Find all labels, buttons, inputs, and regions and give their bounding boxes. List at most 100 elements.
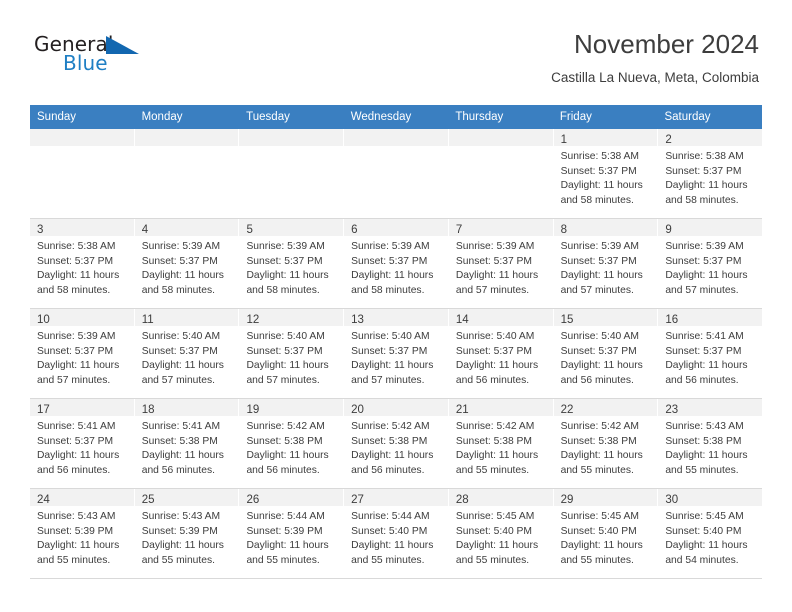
calendar-day-cell[interactable]: 14 Sunrise: 5:40 AM Sunset: 5:37 PM Dayligh… [448, 309, 554, 398]
day-number: 23 [665, 404, 679, 416]
day-details: Sunrise: 5:40 AM Sunset: 5:37 PM Daylight:… [239, 326, 343, 388]
weekday-header-sunday: Sunday [37, 111, 77, 123]
day-number: 3 [37, 224, 44, 236]
day-number: 28 [455, 494, 469, 506]
day-number-bar: 5 [239, 219, 344, 236]
calendar-day-cell[interactable]: 4 Sunrise: 5:39 AM Sunset: 5:37 PM Daylight… [134, 219, 240, 308]
day-details: Sunrise: 5:42 AM Sunset: 5:38 PM Daylight:… [554, 416, 658, 478]
day-detail-line: Daylight: 11 hours [246, 270, 329, 282]
calendar-day-cell[interactable]: 13 Sunrise: 5:40 AM Sunset: 5:37 PM Dayligh… [344, 309, 449, 398]
day-detail-line: and 56 minutes. [455, 374, 530, 386]
general-blue-logo[interactable]: General Blue [33, 32, 233, 84]
calendar-day-cell-empty [239, 129, 345, 218]
day-number-bar: 16 [658, 309, 763, 326]
calendar-day-cell[interactable]: 24 Sunrise: 5:43 AM Sunset: 5:39 PM Dayligh… [30, 489, 135, 578]
calendar-day-cell[interactable]: 27 Sunrise: 5:44 AM Sunset: 5:40 PM Dayligh… [344, 489, 449, 578]
calendar-day-cell[interactable]: 18 Sunrise: 5:41 AM Sunset: 5:38 PM Dayligh… [134, 399, 240, 488]
day-number-bar: 21 [448, 399, 553, 416]
calendar-day-cell[interactable]: 6 Sunrise: 5:39 AM Sunset: 5:37 PM Daylight… [344, 219, 449, 308]
day-detail-line: Daylight: 11 hours [665, 540, 748, 552]
day-details: Sunrise: 5:39 AM Sunset: 5:37 PM Daylight:… [30, 326, 134, 388]
day-detail-line: Sunrise: 5:40 AM [246, 331, 325, 342]
day-detail-line: Daylight: 11 hours [37, 450, 120, 462]
day-detail-line: and 55 minutes. [665, 464, 739, 476]
calendar-day-cell[interactable]: 21 Sunrise: 5:42 AM Sunset: 5:38 PM Dayligh… [448, 399, 554, 488]
day-detail-line: Sunrise: 5:39 AM [665, 241, 744, 252]
calendar-page: General Blue November 2024 Castilla La N… [0, 0, 792, 612]
weekday-header-saturday: Saturday [664, 111, 711, 123]
calendar-day-cell[interactable]: 22 Sunrise: 5:42 AM Sunset: 5:38 PM Dayligh… [553, 399, 659, 488]
day-detail-line: Sunset: 5:37 PM [141, 255, 218, 267]
day-detail-line: and 55 minutes. [455, 464, 530, 476]
day-detail-line: Sunset: 5:37 PM [141, 345, 218, 357]
page-subtitle: Castilla La Nueva, Meta, Colombia [551, 70, 759, 85]
day-detail-line: and 55 minutes. [560, 554, 634, 566]
calendar-day-cell[interactable]: 8 Sunrise: 5:39 AM Sunset: 5:37 PM Daylight… [553, 219, 659, 308]
day-detail-line: Sunrise: 5:39 AM [37, 331, 116, 342]
day-number: 1 [560, 134, 567, 146]
day-details: Sunrise: 5:39 AM Sunset: 5:37 PM Daylight:… [658, 236, 762, 298]
calendar-day-cell[interactable]: 19 Sunrise: 5:42 AM Sunset: 5:38 PM Dayligh… [239, 399, 345, 488]
day-detail-line: Sunset: 5:40 PM [351, 525, 428, 537]
day-details: Sunrise: 5:41 AM Sunset: 5:37 PM Daylight:… [658, 326, 762, 388]
day-detail-line: Sunset: 5:39 PM [141, 525, 218, 537]
day-number: 2 [665, 134, 672, 146]
day-details: Sunrise: 5:43 AM Sunset: 5:39 PM Daylight:… [30, 506, 134, 568]
calendar-day-cell[interactable]: 7 Sunrise: 5:39 AM Sunset: 5:37 PM Daylight… [448, 219, 554, 308]
day-detail-line: Sunrise: 5:42 AM [351, 421, 430, 432]
day-detail-line: Daylight: 11 hours [141, 360, 224, 372]
calendar-day-cell[interactable]: 30 Sunrise: 5:45 AM Sunset: 5:40 PM Dayligh… [658, 489, 763, 578]
calendar-day-cell[interactable]: 28 Sunrise: 5:45 AM Sunset: 5:40 PM Dayligh… [448, 489, 554, 578]
calendar-day-cell[interactable]: 26 Sunrise: 5:44 AM Sunset: 5:39 PM Dayligh… [239, 489, 345, 578]
day-detail-line: Daylight: 11 hours [141, 450, 224, 462]
day-detail-line: Sunset: 5:40 PM [560, 525, 637, 537]
day-detail-line: and 58 minutes. [246, 284, 320, 296]
calendar-day-cell[interactable]: 12 Sunrise: 5:40 AM Sunset: 5:37 PM Dayligh… [239, 309, 345, 398]
day-detail-line: Sunset: 5:40 PM [455, 525, 533, 537]
day-number-bar: 9 [658, 219, 763, 236]
calendar-day-cell[interactable]: 9 Sunrise: 5:39 AM Sunset: 5:37 PM Daylight… [658, 219, 763, 308]
calendar-day-cell[interactable]: 2 Sunrise: 5:38 AM Sunset: 5:37 PM Daylight… [658, 129, 763, 218]
weekday-header-monday: Monday [141, 111, 183, 123]
day-detail-line: Daylight: 11 hours [560, 180, 643, 192]
calendar-day-cell[interactable]: 11 Sunrise: 5:40 AM Sunset: 5:37 PM Dayligh… [134, 309, 240, 398]
calendar-day-cell[interactable]: 10 Sunrise: 5:39 AM Sunset: 5:37 PM Dayligh… [30, 309, 135, 398]
calendar-day-cell[interactable]: 29 Sunrise: 5:45 AM Sunset: 5:40 PM Dayligh… [553, 489, 659, 578]
day-detail-line: Daylight: 11 hours [665, 180, 748, 192]
calendar-day-cell[interactable]: 5 Sunrise: 5:39 AM Sunset: 5:37 PM Daylight… [239, 219, 345, 308]
day-detail-line: Sunrise: 5:39 AM [141, 241, 221, 252]
day-detail-line: Sunset: 5:38 PM [665, 435, 742, 447]
day-number: 21 [455, 404, 469, 416]
day-number-bar: 26 [239, 489, 344, 506]
calendar-day-cell[interactable]: 1 Sunrise: 5:38 AM Sunset: 5:37 PM Daylight… [553, 129, 659, 218]
day-number-bar: 12 [239, 309, 344, 326]
day-detail-line: Daylight: 11 hours [351, 360, 434, 372]
calendar-day-cell[interactable]: 3 Sunrise: 5:38 AM Sunset: 5:37 PM Daylight… [30, 219, 135, 308]
day-detail-line: and 57 minutes. [560, 284, 634, 296]
day-details: Sunrise: 5:45 AM Sunset: 5:40 PM Daylight:… [658, 506, 762, 568]
day-details: Sunrise: 5:39 AM Sunset: 5:37 PM Daylight:… [449, 236, 553, 298]
day-detail-line: Sunrise: 5:45 AM [455, 511, 535, 522]
day-number-bar: 10 [30, 309, 134, 326]
calendar-day-cell[interactable]: 16 Sunrise: 5:41 AM Sunset: 5:37 PM Dayligh… [658, 309, 763, 398]
day-number: 7 [455, 224, 463, 236]
calendar-day-cell-empty [344, 129, 449, 218]
calendar-day-cell[interactable]: 23 Sunrise: 5:43 AM Sunset: 5:38 PM Dayligh… [658, 399, 763, 488]
calendar-day-cell[interactable]: 20 Sunrise: 5:42 AM Sunset: 5:38 PM Dayligh… [344, 399, 449, 488]
day-detail-line: Sunrise: 5:41 AM [37, 421, 116, 432]
day-detail-line: Sunset: 5:37 PM [560, 165, 637, 177]
day-number: 15 [560, 314, 574, 326]
day-detail-line: Sunrise: 5:44 AM [246, 511, 325, 522]
day-details: Sunrise: 5:42 AM Sunset: 5:38 PM Daylight:… [344, 416, 448, 478]
day-details: Sunrise: 5:45 AM Sunset: 5:40 PM Daylight:… [554, 506, 658, 568]
calendar-day-cell[interactable]: 25 Sunrise: 5:43 AM Sunset: 5:39 PM Dayligh… [134, 489, 240, 578]
calendar-week-row: 10 Sunrise: 5:39 AM Sunset: 5:37 PM Dayligh… [30, 309, 763, 399]
day-number-bar: 1 [553, 129, 658, 146]
day-detail-line: Daylight: 11 hours [455, 360, 539, 372]
day-detail-line: Sunset: 5:38 PM [560, 435, 637, 447]
day-detail-line: Daylight: 11 hours [246, 360, 329, 372]
calendar-day-cell[interactable]: 15 Sunrise: 5:40 AM Sunset: 5:37 PM Dayligh… [553, 309, 659, 398]
day-detail-line: Daylight: 11 hours [37, 270, 120, 282]
calendar-day-cell[interactable]: 17 Sunrise: 5:41 AM Sunset: 5:37 PM Dayligh… [30, 399, 135, 488]
calendar-week-row: 1 Sunrise: 5:38 AM Sunset: 5:37 PM Daylight… [30, 129, 763, 219]
